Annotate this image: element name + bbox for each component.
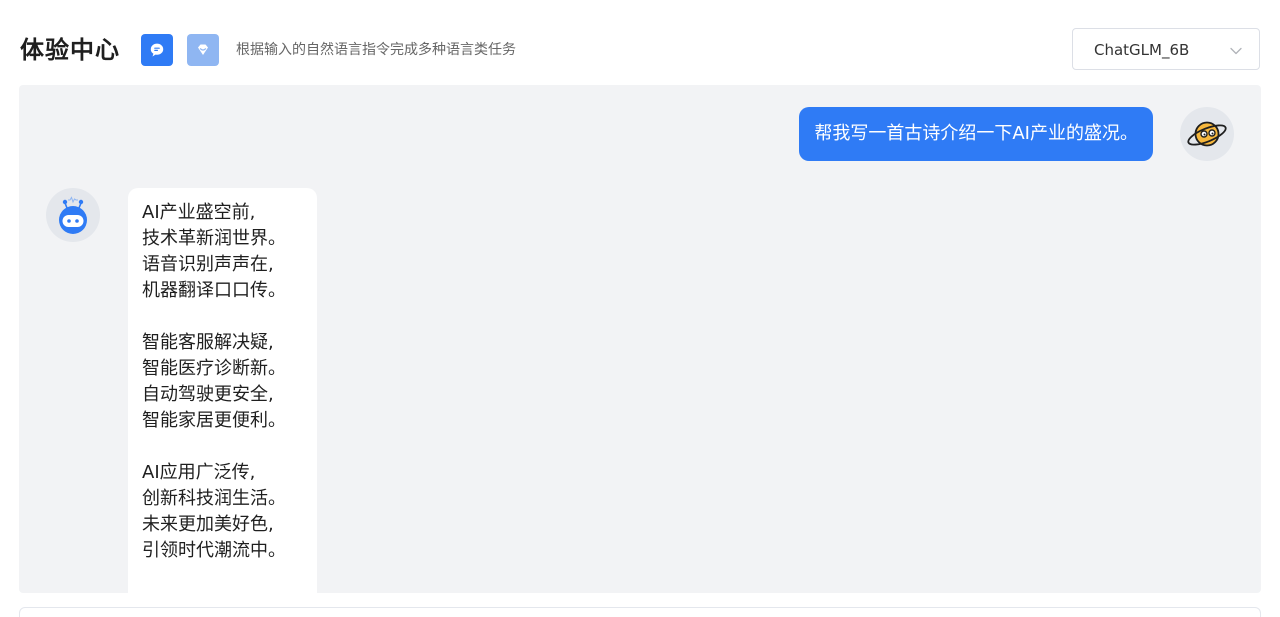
user-avatar <box>1180 107 1234 161</box>
poem-line: 创新科技润生活。 <box>142 488 286 509</box>
diamond-icon[interactable] <box>187 34 219 66</box>
poem-line: 自动驾驶更安全, <box>142 384 274 405</box>
page-title: 体验中心 <box>20 36 120 64</box>
message-input[interactable] <box>19 607 1261 617</box>
model-select-value: ChatGLM_6B <box>1094 41 1190 59</box>
poem-line: 智能家居更便利。 <box>142 410 286 431</box>
planet-avatar-icon <box>1187 121 1227 147</box>
bot-message-bubble: AI产业盛空前, 技术革新润世界。 语音识别声声在, 机器翻译口口传。 智能客服… <box>128 188 317 593</box>
chat-area[interactable]: 帮我写一首古诗介绍一下AI产业的盛况。 AI产业盛空前, 技术革新润世界。 语音… <box>19 85 1261 593</box>
robot-avatar-icon <box>59 196 87 234</box>
poem-line: 智能客服解决疑, <box>142 332 274 353</box>
experience-center-page: 体验中心 根据输入的自然语言指令完成多种语言类任务 ChatGLM_6B 帮我写… <box>0 0 1280 617</box>
chat-bubble-icon[interactable] <box>141 34 173 66</box>
poem-stanza: AI产业盛空前, 技术革新润世界。 语音识别声声在, 机器翻译口口传。 <box>142 200 303 304</box>
poem-line: 智能医疗诊断新。 <box>142 358 286 379</box>
poem-line: 技术革新润世界。 <box>142 228 286 249</box>
header: 体验中心 根据输入的自然语言指令完成多种语言类任务 ChatGLM_6B <box>0 0 1280 84</box>
poem-line: 语音识别声声在, <box>142 254 274 275</box>
poem-line: 引领时代潮流中。 <box>142 540 286 561</box>
user-message-bubble: 帮我写一首古诗介绍一下AI产业的盛况。 <box>799 107 1153 161</box>
chevron-down-icon <box>1229 43 1243 62</box>
bot-avatar <box>46 188 100 242</box>
poem-line: 机器翻译口口传。 <box>142 280 286 301</box>
poem-stanza: 智能客服解决疑, 智能医疗诊断新。 自动驾驶更安全, 智能家居更便利。 <box>142 330 303 434</box>
model-select[interactable]: ChatGLM_6B <box>1072 28 1260 70</box>
poem-line: 未来更加美好色, <box>142 514 274 535</box>
poem-line: AI产业盛空前, <box>142 202 256 223</box>
page-subtitle: 根据输入的自然语言指令完成多种语言类任务 <box>236 42 516 58</box>
poem-line: AI应用广泛传, <box>142 462 256 483</box>
poem-stanza: AI应用广泛传, 创新科技润生活。 未来更加美好色, 引领时代潮流中。 <box>142 460 303 564</box>
